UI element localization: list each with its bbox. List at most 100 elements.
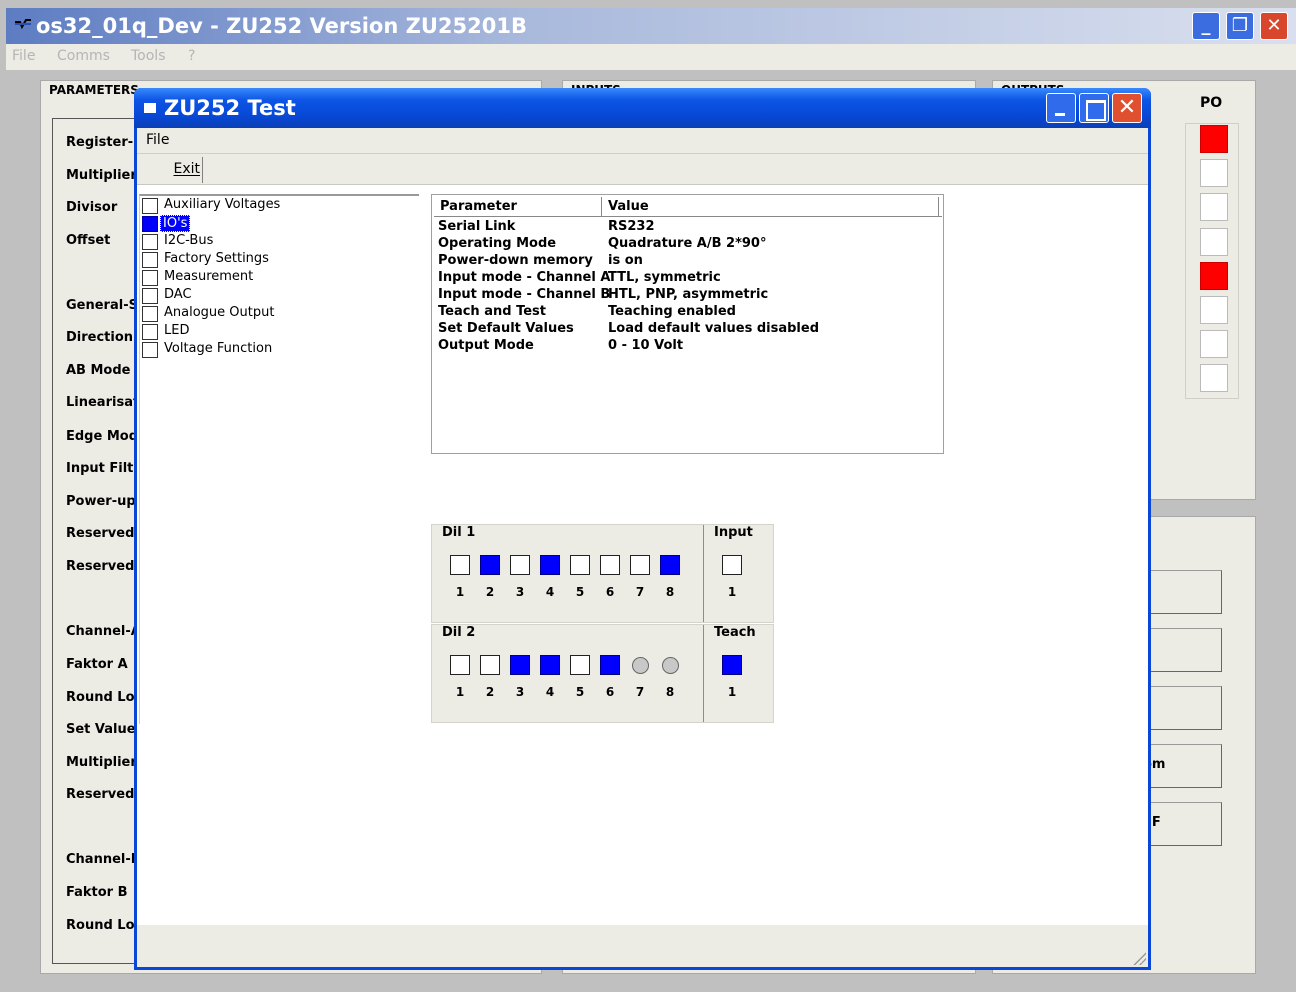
tree-item-label: Auxiliary Voltages — [164, 197, 281, 212]
dil-switch-number: 7 — [635, 685, 645, 699]
dil2-divider — [703, 625, 704, 722]
dil-switch[interactable] — [480, 555, 500, 575]
dialog-title: ZU252 Test — [164, 96, 296, 120]
dil-switch[interactable] — [510, 555, 530, 575]
menu-help[interactable]: ? — [188, 48, 195, 64]
grid-header-value[interactable]: Value — [602, 197, 939, 217]
dialog-close-icon[interactable]: ✕ — [1112, 93, 1142, 123]
dil-switch-number: 8 — [665, 685, 675, 699]
dil-switch[interactable] — [570, 555, 590, 575]
tree-checkbox[interactable] — [142, 252, 158, 268]
parameter-label: Reserved — [66, 787, 135, 802]
exit-button[interactable]: Exit — [139, 157, 203, 183]
side-button[interactable] — [1140, 628, 1222, 672]
parameter-label: Linearisat — [66, 395, 140, 410]
parameter-label: Faktor B — [66, 885, 128, 900]
dil1-label: Dil 1 — [440, 525, 478, 540]
dil-switch[interactable] — [630, 555, 650, 575]
parameter-label: Round Lo — [66, 918, 135, 933]
dil-switch[interactable] — [450, 655, 470, 675]
grid-cell-parameter: Teach and Test — [438, 304, 546, 319]
parameter-label: AB Mode — [66, 363, 131, 378]
tree-checkbox[interactable] — [142, 288, 158, 304]
tree-item-label: LED — [164, 323, 190, 338]
teach-label: Teach — [712, 625, 758, 640]
dialog-maximize-icon[interactable] — [1079, 93, 1109, 123]
tree-checkbox[interactable] — [142, 306, 158, 322]
po-indicator — [1200, 159, 1228, 187]
grid-cell-value: Quadrature A/B 2*90° — [608, 236, 767, 251]
tree-checkbox[interactable] — [142, 198, 158, 214]
po-label: PO — [1200, 95, 1223, 111]
dialog-minimize-icon[interactable] — [1046, 93, 1076, 123]
tree-checkbox[interactable] — [142, 324, 158, 340]
dialog-menu-file[interactable]: File — [146, 132, 169, 148]
minimize-icon[interactable]: _ — [1192, 12, 1220, 40]
app-titlebar: os32_01q_Dev - ZU252 Version ZU25201B _ … — [6, 8, 1296, 44]
parameter-label: Direction — [66, 330, 134, 345]
side-switch[interactable] — [722, 655, 742, 675]
menu-file[interactable]: File — [12, 48, 35, 64]
tree-checkbox[interactable] — [142, 342, 158, 358]
parameter-label: Reserved — [66, 559, 135, 574]
side-switch[interactable] — [722, 555, 742, 575]
dil-switch[interactable] — [570, 655, 590, 675]
side-button[interactable]: FF — [1140, 802, 1222, 846]
app-menubar: File Comms Tools ? — [6, 44, 1296, 70]
zu252-test-dialog: ZU252 Test ✕ File Exit Auxiliary Voltage… — [134, 88, 1151, 970]
dil-switch-number: 1 — [455, 685, 465, 699]
parameter-label: Set Value — [66, 722, 136, 737]
dil-switch-number: 7 — [635, 585, 645, 599]
side-switch-number: 1 — [727, 685, 737, 699]
po-indicator — [1200, 364, 1228, 392]
input-label: Input — [712, 525, 755, 540]
grid-cell-parameter: Set Default Values — [438, 321, 574, 336]
close-icon[interactable]: ✕ — [1260, 12, 1288, 40]
po-indicator — [1200, 228, 1228, 256]
tree-checkbox[interactable] — [142, 234, 158, 250]
dil-switch-number: 1 — [455, 585, 465, 599]
dil2-label: Dil 2 — [440, 625, 478, 640]
resize-grip-icon[interactable] — [1132, 951, 1146, 965]
grid-cell-parameter: Serial Link — [438, 219, 516, 234]
dil-switch[interactable] — [540, 555, 560, 575]
po-indicator — [1200, 330, 1228, 358]
dil-switch[interactable] — [450, 555, 470, 575]
tree-item-label: IO's — [160, 215, 191, 232]
dil-switch[interactable] — [600, 555, 620, 575]
dil-switch-number: 5 — [575, 685, 585, 699]
grid-cell-parameter: Output Mode — [438, 338, 534, 353]
parameter-label: Multiplier — [66, 168, 137, 183]
led-indicator — [632, 657, 649, 674]
app-icon — [15, 19, 31, 30]
dil-switch[interactable] — [660, 555, 680, 575]
dil-switch[interactable] — [540, 655, 560, 675]
tree-checkbox[interactable] — [142, 216, 158, 232]
dil-switch[interactable] — [510, 655, 530, 675]
dil-switch-number: 4 — [545, 585, 555, 599]
parameter-label: Reserved — [66, 526, 135, 541]
side-button[interactable]: ll — [1140, 686, 1222, 730]
dil-switch[interactable] — [480, 655, 500, 675]
dil1-panel: Dil 1 Input 1 2 3 4 5 6 7 8 1 — [431, 524, 774, 623]
grid-header-parameter[interactable]: Parameter — [434, 197, 602, 217]
parameter-label: General-S — [66, 298, 138, 313]
dil-switch[interactable] — [600, 655, 620, 675]
dil1-divider — [703, 525, 704, 622]
dialog-statusbar — [137, 925, 1148, 967]
parameter-label: Power-up — [66, 494, 136, 509]
app-title: os32_01q_Dev - ZU252 Version ZU25201B — [36, 14, 527, 38]
led-indicator — [662, 657, 679, 674]
grid-header: Parameter Value — [434, 197, 942, 217]
tree-checkbox[interactable] — [142, 270, 158, 286]
side-button[interactable]: om — [1140, 744, 1222, 788]
side-button[interactable] — [1140, 570, 1222, 614]
grid-cell-value: Load default values disabled — [608, 321, 820, 336]
tree-item-label: I2C-Bus — [164, 233, 214, 248]
menu-comms[interactable]: Comms — [57, 48, 110, 64]
restore-icon[interactable]: ❐ — [1226, 12, 1254, 40]
dil2-panel: Dil 2 Teach 1 2 3 4 5 6 7 8 1 — [431, 624, 774, 723]
menu-tools[interactable]: Tools — [131, 48, 166, 64]
parameter-label: Divisor — [66, 200, 118, 215]
dil-switch-number: 6 — [605, 585, 615, 599]
